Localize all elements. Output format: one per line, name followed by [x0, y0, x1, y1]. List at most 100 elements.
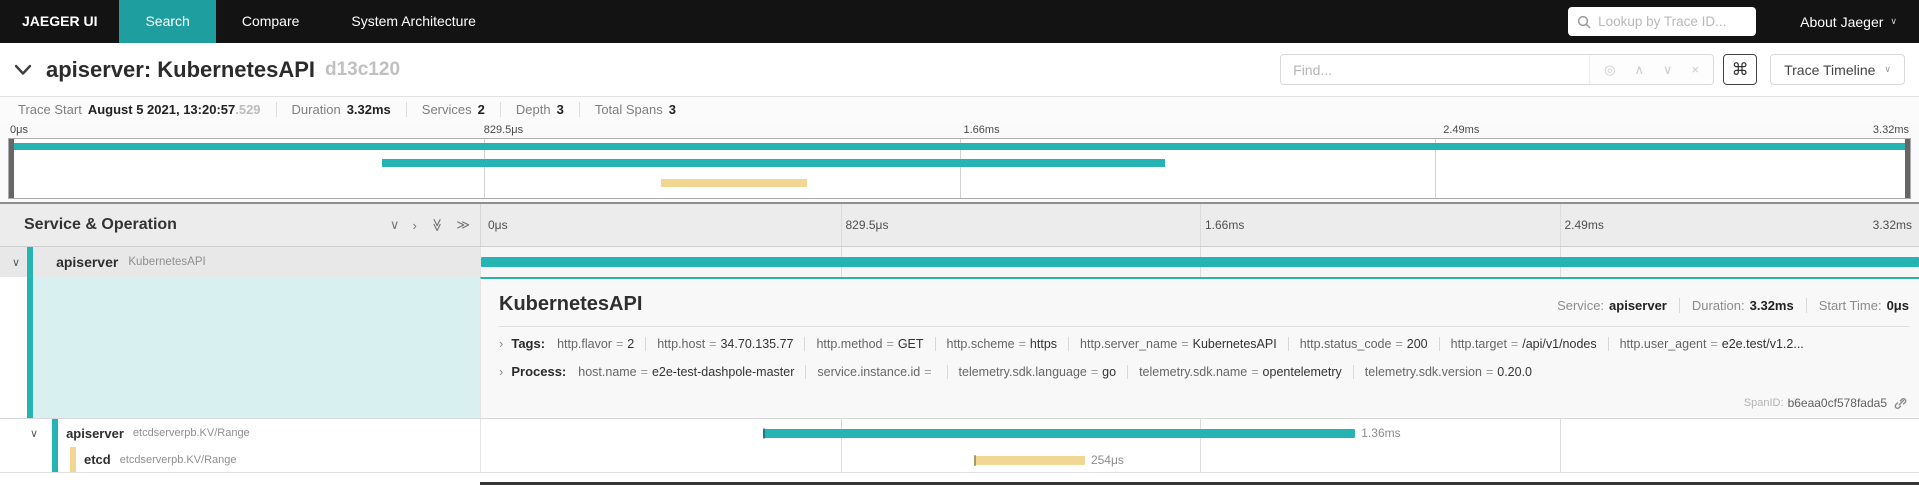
service-name: apiserver [56, 254, 119, 270]
gridline [840, 447, 842, 472]
minimap-span-bar[interactable] [381, 159, 1165, 167]
selected-span-highlight[interactable] [33, 277, 480, 418]
span-detail-panel: KubernetesAPI Service: apiserver Duration… [480, 277, 1919, 418]
service-color-strip [27, 247, 33, 277]
service-operation-header: Service & Operation ∨ › ≫ ≫ [0, 204, 480, 246]
span-name-cell[interactable]: etcd etcdserverpb.KV/Range [0, 447, 480, 472]
span-bar[interactable] [481, 257, 1919, 267]
operation-name: KubernetesAPI [128, 256, 206, 268]
minimap-right-handle[interactable] [1905, 139, 1910, 198]
match-target-icon[interactable]: ◎ [1604, 62, 1615, 78]
operation-name: etcdserverpb.KV/Range [132, 427, 250, 439]
span-detail-left-column [0, 277, 480, 418]
bottom-strip [0, 473, 1919, 489]
trace-id-short: d13c120 [325, 58, 401, 80]
tick-label: 3.32ms [1872, 124, 1909, 136]
gridline [840, 204, 842, 246]
tags-label[interactable]: Tags: [511, 336, 545, 351]
span-timeline-cell[interactable] [480, 247, 1919, 277]
span-id-label: SpanID: [1743, 397, 1784, 409]
clear-find-icon[interactable]: × [1692, 62, 1700, 77]
app-logo[interactable]: JAEGER UI [0, 0, 119, 43]
summary-depth: Depth 3 [499, 102, 564, 117]
timeline-header: 0μs 829.5μs 1.66ms 2.49ms 3.32ms [480, 204, 1919, 246]
trace-summary-bar: Trace Start August 5 2021, 13:20:57 .529… [0, 96, 1919, 122]
next-result-icon[interactable]: ∨ [1663, 62, 1673, 78]
expand-process-chevron-icon[interactable]: › [499, 364, 503, 379]
span-bar[interactable] [974, 455, 1085, 466]
collapse-span-chevron-icon[interactable]: ∨ [30, 427, 38, 440]
tab-system-architecture[interactable]: System Architecture [325, 0, 502, 43]
tag-item: http.user_agent = e2e.test/v1.2... [1607, 336, 1804, 351]
meta-start-time: Start Time: 0μs [1805, 298, 1909, 313]
span-name-cell[interactable]: ∨ apiserver etcdserverpb.KV/Range [0, 419, 480, 447]
process-item: telemetry.sdk.name = opentelemetry [1127, 364, 1342, 379]
span-name-cell[interactable]: ∨ apiserver KubernetesAPI [0, 247, 480, 277]
horizontal-scrollbar[interactable] [480, 482, 1919, 485]
expand-tags-chevron-icon[interactable]: › [499, 336, 503, 351]
tick-label: 2.49ms [1564, 218, 1604, 232]
expand-one-icon[interactable]: › [412, 218, 416, 233]
trace-id-lookup [1568, 7, 1757, 36]
summary-duration: Duration 3.32ms [275, 102, 391, 117]
chevron-down-icon: ∨ [1884, 64, 1891, 74]
span-row-apiserver-kvrange[interactable]: ∨ apiserver etcdserverpb.KV/Range 1.36ms [0, 418, 1919, 447]
span-row-etcd-kvrange[interactable]: etcd etcdserverpb.KV/Range 254μs [0, 447, 1919, 473]
gridline [1559, 419, 1561, 447]
command-icon: ⌘ [1731, 59, 1749, 79]
minimap-left-handle[interactable] [9, 139, 14, 198]
search-icon [1577, 15, 1591, 29]
collapse-all-icon[interactable]: ≫ [429, 218, 445, 232]
gridline [1200, 204, 1201, 246]
trace-view-label: Trace Timeline [1784, 61, 1876, 78]
about-jaeger-label: About Jaeger [1800, 13, 1884, 30]
tab-search[interactable]: Search [119, 0, 216, 43]
minimap-viewport[interactable] [8, 138, 1911, 199]
tag-item: http.flavor = 2 [557, 336, 635, 351]
process-item: host.name = e2e-test-dashpole-master [578, 364, 795, 379]
tick-label: 2.49ms [1443, 124, 1480, 136]
minimap-span-bar[interactable] [661, 179, 808, 187]
tag-item: http.target =/api/v1/nodes [1438, 336, 1597, 351]
collapse-one-icon[interactable]: ∨ [390, 217, 400, 233]
tick-label: 829.5μs [483, 124, 524, 136]
span-duration-label: 254μs [1090, 452, 1124, 467]
trace-title: apiserver: KubernetesAPI [46, 56, 315, 82]
about-jaeger-menu[interactable]: About Jaeger ∨ [1800, 14, 1897, 30]
summary-total-spans: Total Spans 3 [578, 102, 676, 117]
tags-list: http.flavor = 2 http.host = 34.70.135.77 htt… [557, 336, 1804, 351]
trace-view-selector[interactable]: Trace Timeline ∨ [1770, 54, 1905, 85]
summary-services: Services 2 [405, 102, 485, 117]
tag-item: http.server_name = KubernetesAPI [1068, 336, 1277, 351]
collapse-trace-chevron-icon[interactable] [14, 60, 40, 80]
expand-all-icon[interactable]: ≫ [456, 217, 470, 233]
tree-controls: ∨ › ≫ ≫ [390, 217, 470, 233]
process-list: host.name = e2e-test-dashpole-master servi… [578, 364, 1532, 379]
service-name: etcd [84, 452, 111, 467]
span-id-value: b6eaa0cf578fada5 [1787, 396, 1887, 410]
span-timeline-cell[interactable]: 1.36ms [480, 419, 1919, 447]
trace-id-lookup-input[interactable] [1598, 14, 1748, 29]
keyboard-shortcuts-button[interactable]: ⌘ [1723, 54, 1758, 85]
span-detail-row: KubernetesAPI Service: apiserver Duration… [0, 277, 1919, 418]
process-item: telemetry.sdk.version = 0.20.0 [1352, 364, 1532, 379]
tag-item: http.method = GET [804, 336, 924, 351]
find-input[interactable] [1281, 55, 1590, 84]
chevron-down-icon: ∨ [1890, 16, 1897, 26]
tags-row: › Tags: http.flavor = 2 http.host = 34.70.13… [499, 336, 1909, 351]
link-icon[interactable] [1894, 397, 1907, 410]
span-timeline-cell[interactable]: 254μs [480, 447, 1919, 472]
span-duration-label: 1.36ms [1361, 426, 1401, 440]
span-start-tick [762, 428, 765, 439]
collapse-span-chevron-icon[interactable]: ∨ [12, 256, 20, 269]
prev-result-icon[interactable]: ∧ [1634, 62, 1644, 78]
tick-label: 829.5μs [845, 218, 889, 232]
trace-header: apiserver: KubernetesAPI d13c120 ◎ ∧ ∨ ×… [0, 43, 1919, 96]
process-label[interactable]: Process: [511, 364, 566, 379]
summary-trace-start: Trace Start August 5 2021, 13:20:57 .529 [18, 102, 261, 117]
minimap-span-bar[interactable] [9, 143, 1910, 150]
service-name: apiserver [66, 425, 124, 441]
tab-compare[interactable]: Compare [216, 0, 326, 43]
span-row-kubernetesapi[interactable]: ∨ apiserver KubernetesAPI [0, 247, 1919, 277]
span-bar[interactable] [762, 428, 1356, 439]
